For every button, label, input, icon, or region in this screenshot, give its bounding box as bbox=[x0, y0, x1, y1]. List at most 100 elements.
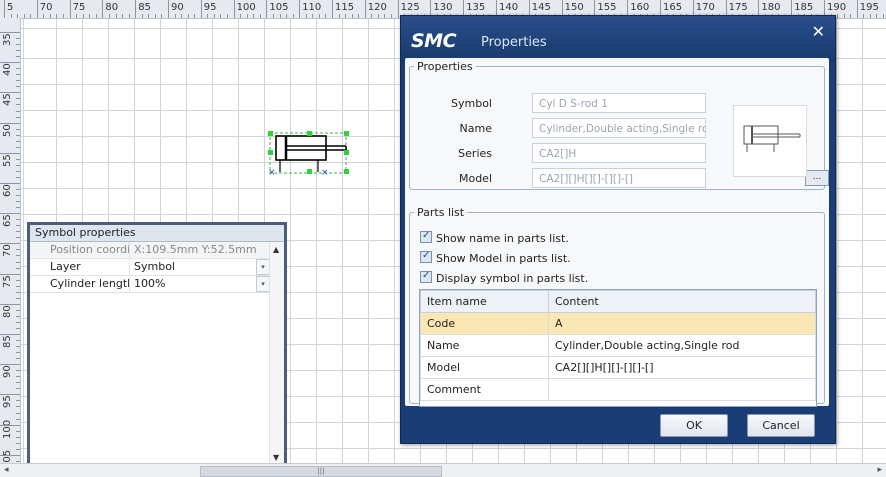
ruler-tick bbox=[122, 14, 124, 18]
ok-button[interactable]: OK bbox=[660, 414, 728, 437]
cell-item[interactable]: Code bbox=[420, 312, 549, 335]
table-header: Item name Content bbox=[420, 290, 816, 313]
ruler-tick bbox=[16, 140, 20, 142]
ruler-tick bbox=[0, 424, 20, 426]
ruler-label: 175 bbox=[728, 2, 748, 13]
ruler-tick bbox=[43, 14, 45, 18]
ruler-label: 105 bbox=[269, 2, 289, 13]
column-header[interactable]: Item name bbox=[420, 290, 549, 313]
cell-content[interactable] bbox=[548, 378, 816, 401]
ruler-tick bbox=[16, 195, 20, 197]
ruler-tick bbox=[16, 291, 20, 293]
ruler-tick bbox=[0, 213, 20, 215]
ruler-label: 120 bbox=[367, 2, 387, 13]
browse-button[interactable]: ... bbox=[805, 170, 829, 186]
prop-row-cylinder-length[interactable]: Cylinder length 100% ▾ bbox=[30, 276, 284, 293]
ruler-tick bbox=[16, 74, 20, 76]
series-field[interactable]: CA2[]H bbox=[532, 143, 706, 163]
chevron-down-icon[interactable]: ▾ bbox=[256, 259, 270, 275]
ruler-tick bbox=[286, 14, 288, 18]
ruler-tick bbox=[0, 334, 20, 335]
checkbox-checked-icon[interactable] bbox=[420, 229, 432, 243]
checkbox-checked-icon[interactable] bbox=[420, 249, 432, 263]
ruler-tick bbox=[174, 14, 176, 18]
ruler-tick bbox=[16, 309, 20, 311]
prop-value[interactable]: Symbol bbox=[130, 259, 256, 275]
ruler-tick bbox=[0, 243, 20, 245]
table-row[interactable]: Comment bbox=[420, 378, 816, 401]
ruler-tick bbox=[863, 14, 865, 18]
ruler-label: 75 bbox=[72, 2, 86, 13]
ruler-label: 35 bbox=[2, 33, 13, 46]
cylinder-symbol[interactable]: × × bbox=[268, 131, 350, 178]
prop-value[interactable]: 100% bbox=[130, 276, 256, 292]
scroll-up-icon[interactable]: ▲ bbox=[273, 245, 279, 254]
chevron-down-icon[interactable]: ▾ bbox=[256, 276, 270, 292]
ruler-tick bbox=[16, 86, 20, 88]
scroll-left-icon[interactable]: ◂ bbox=[4, 465, 9, 475]
ruler-tick bbox=[200, 0, 202, 18]
ruler-tick bbox=[16, 237, 20, 239]
ruler-tick bbox=[227, 14, 229, 18]
name-row: Name Cylinder,Double acting,Single rod bbox=[410, 118, 720, 140]
ruler-tick bbox=[56, 14, 58, 18]
properties-group: Properties Symbol Cyl D S-rod 1 Name Cyl… bbox=[409, 60, 829, 190]
show-name-checkbox[interactable]: Show name in parts list. bbox=[420, 229, 569, 245]
ruler-tick bbox=[95, 14, 97, 18]
symbol-preview bbox=[733, 105, 807, 177]
column-header[interactable]: Content bbox=[548, 290, 816, 313]
ruler-tick bbox=[16, 340, 20, 342]
panel-scrollbar[interactable]: ▲ ▼ bbox=[269, 242, 284, 465]
table-row[interactable]: Name Cylinder,Double acting,Single rod bbox=[420, 334, 816, 357]
cancel-button[interactable]: Cancel bbox=[747, 414, 815, 437]
ruler-tick bbox=[0, 454, 20, 456]
scroll-right-icon[interactable]: ▸ bbox=[877, 465, 882, 475]
display-symbol-checkbox[interactable]: Display symbol in parts list. bbox=[420, 269, 589, 285]
scroll-thumb[interactable]: ||| bbox=[200, 466, 442, 477]
close-icon[interactable]: ✕ bbox=[812, 22, 825, 41]
horizontal-scrollbar[interactable]: ◂ ||| ▸ bbox=[0, 463, 886, 477]
scroll-down-icon[interactable]: ▼ bbox=[273, 453, 279, 462]
cell-content[interactable]: A bbox=[548, 312, 816, 335]
ruler-tick bbox=[16, 430, 20, 432]
table-row[interactable]: Code A bbox=[420, 312, 816, 335]
cell-content[interactable]: Cylinder,Double acting,Single rod bbox=[548, 334, 816, 357]
ruler-tick bbox=[16, 442, 20, 444]
ruler-label: 70 bbox=[39, 2, 53, 13]
ruler-tick bbox=[233, 0, 235, 18]
ruler-label: 45 bbox=[2, 93, 13, 107]
ruler-tick bbox=[16, 436, 20, 438]
ruler-tick bbox=[16, 158, 20, 160]
ruler-tick bbox=[148, 14, 150, 18]
ruler-label: 80 bbox=[105, 2, 119, 13]
dialog-header[interactable]: SMC Properties ✕ bbox=[401, 16, 835, 62]
ruler-label: 160 bbox=[630, 2, 650, 13]
ruler-label: 155 bbox=[597, 2, 617, 13]
ruler-tick bbox=[16, 207, 20, 209]
ruler-tick bbox=[16, 285, 20, 287]
ruler-tick bbox=[16, 448, 20, 450]
checkbox-label: Display symbol in parts list. bbox=[436, 272, 589, 285]
ruler-tick bbox=[23, 14, 25, 18]
cell-item[interactable]: Comment bbox=[420, 378, 549, 401]
ruler-tick bbox=[377, 14, 379, 18]
ruler-tick bbox=[16, 346, 20, 348]
ruler-tick bbox=[36, 0, 38, 18]
symbol-field[interactable]: Cyl D S-rod 1 bbox=[532, 93, 706, 113]
checkbox-checked-icon[interactable] bbox=[420, 269, 432, 283]
table-row[interactable]: Model CA2[][]H[][]-[][]-[] bbox=[420, 356, 816, 379]
ruler-tick bbox=[246, 14, 248, 18]
name-field[interactable]: Cylinder,Double acting,Single rod bbox=[532, 118, 706, 138]
cell-content[interactable]: CA2[][]H[][]-[][]-[] bbox=[548, 356, 816, 379]
prop-row-layer[interactable]: Layer Symbol ▾ bbox=[30, 259, 284, 276]
model-field[interactable]: CA2[][]H[][]-[][]-[] bbox=[532, 168, 706, 188]
panel-title: Symbol properties bbox=[30, 225, 284, 242]
ruler-tick bbox=[837, 14, 839, 18]
smc-logo: SMC bbox=[411, 30, 457, 52]
cell-item[interactable]: Name bbox=[420, 334, 549, 357]
ruler-tick bbox=[856, 0, 858, 18]
parts-table: Item name Content Code A Name Cylinder,D… bbox=[420, 290, 816, 401]
cell-item[interactable]: Model bbox=[420, 356, 549, 379]
show-model-checkbox[interactable]: Show Model in parts list. bbox=[420, 249, 571, 265]
ruler-label: 50 bbox=[2, 123, 13, 137]
